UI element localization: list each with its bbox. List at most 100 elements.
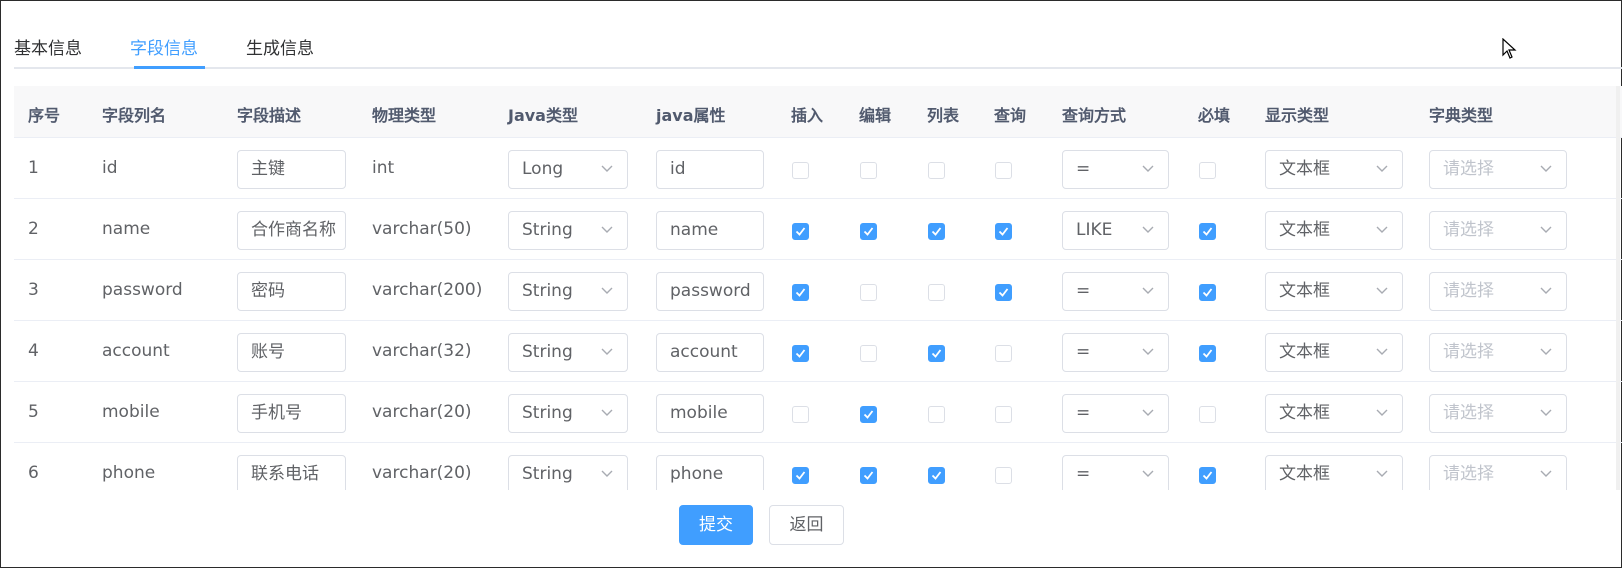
query-type-select[interactable]: =	[1062, 333, 1169, 372]
required-checkbox[interactable]	[1199, 406, 1216, 423]
row-index: 5	[28, 402, 39, 422]
java-field-input[interactable]: name	[656, 211, 764, 250]
tab-field-info[interactable]: 字段信息	[130, 34, 198, 59]
edit-checkbox[interactable]	[860, 467, 877, 484]
query-type-value: LIKE	[1076, 220, 1113, 240]
insert-checkbox[interactable]	[792, 162, 809, 179]
html-type-select[interactable]: 文本框	[1265, 272, 1403, 311]
html-type-select[interactable]: 文本框	[1265, 211, 1403, 250]
java-type-select[interactable]: String	[508, 394, 628, 433]
field-table: 序号 字段列名 字段描述 物理类型 Java类型 java属性 插入 编辑 列表 查询 查询方式 必填…	[14, 86, 1622, 490]
edit-checkbox[interactable]	[860, 345, 877, 362]
query-type-select[interactable]: LIKE	[1062, 211, 1169, 250]
column-header: 字段描述	[237, 106, 302, 125]
list-checkbox[interactable]	[928, 223, 945, 240]
chevron-down-icon	[1142, 409, 1154, 416]
query-type-select[interactable]: =	[1062, 272, 1169, 311]
table-row: 6 phone 联系电话 varchar(20) String phone = 文本框 请选择	[14, 443, 1622, 490]
query-checkbox[interactable]	[995, 162, 1012, 179]
chevron-down-icon	[1376, 165, 1388, 172]
dict-type-select[interactable]: 请选择	[1429, 150, 1567, 189]
field-desc-input[interactable]: 账号	[237, 333, 346, 372]
tab-basic-info[interactable]: 基本信息	[14, 34, 82, 59]
row-index: 3	[28, 280, 39, 300]
java-field-input[interactable]: phone	[656, 455, 764, 490]
table-header: 序号 字段列名 字段描述 物理类型 Java类型 java属性 插入 编辑 列表 查询 查询方式 必填…	[14, 86, 1622, 138]
back-button[interactable]: 返回	[769, 505, 844, 545]
java-type-select[interactable]: String	[508, 272, 628, 311]
column-name: name	[102, 219, 151, 239]
query-checkbox[interactable]	[995, 345, 1012, 362]
java-field-input[interactable]: id	[656, 150, 764, 189]
required-checkbox[interactable]	[1199, 223, 1216, 240]
query-type-value: =	[1076, 403, 1091, 423]
query-checkbox[interactable]	[995, 284, 1012, 301]
java-type-select[interactable]: String	[508, 455, 628, 490]
submit-button[interactable]: 提交	[679, 505, 753, 545]
query-type-select[interactable]: =	[1062, 394, 1169, 433]
html-type-select[interactable]: 文本框	[1265, 455, 1403, 490]
list-checkbox[interactable]	[928, 406, 945, 423]
row-index: 4	[28, 341, 39, 361]
vertical-scrollbar[interactable]	[1616, 86, 1620, 490]
html-type-select[interactable]: 文本框	[1265, 333, 1403, 372]
dict-type-placeholder: 请选择	[1443, 464, 1494, 484]
query-checkbox[interactable]	[995, 467, 1012, 484]
insert-checkbox[interactable]	[792, 406, 809, 423]
insert-checkbox[interactable]	[792, 223, 809, 240]
field-desc-input[interactable]: 主键	[237, 150, 346, 189]
java-type-value: String	[522, 281, 573, 301]
required-checkbox[interactable]	[1199, 467, 1216, 484]
java-field-input[interactable]: account	[656, 333, 764, 372]
field-desc-input[interactable]: 手机号	[237, 394, 346, 433]
dict-type-select[interactable]: 请选择	[1429, 394, 1567, 433]
required-checkbox[interactable]	[1199, 162, 1216, 179]
java-type-select[interactable]: String	[508, 333, 628, 372]
chevron-down-icon	[1376, 226, 1388, 233]
chevron-down-icon	[1142, 287, 1154, 294]
edit-checkbox[interactable]	[860, 284, 877, 301]
required-checkbox[interactable]	[1199, 284, 1216, 301]
list-checkbox[interactable]	[928, 345, 945, 362]
chevron-down-icon	[1540, 470, 1552, 477]
field-desc-input[interactable]: 联系电话	[237, 455, 346, 490]
table-row: 4 account 账号 varchar(32) String account = 文本框 请选…	[14, 321, 1622, 382]
tab-generate-info[interactable]: 生成信息	[246, 34, 314, 59]
html-type-select[interactable]: 文本框	[1265, 150, 1403, 189]
java-type-select[interactable]: String	[508, 211, 628, 250]
chevron-down-icon	[601, 226, 613, 233]
chevron-down-icon	[601, 165, 613, 172]
query-type-value: =	[1076, 342, 1091, 362]
insert-checkbox[interactable]	[792, 284, 809, 301]
query-checkbox[interactable]	[995, 223, 1012, 240]
java-type-select[interactable]: Long	[508, 150, 628, 189]
edit-checkbox[interactable]	[860, 223, 877, 240]
edit-checkbox[interactable]	[860, 162, 877, 179]
field-desc-input[interactable]: 合作商名称	[237, 211, 346, 250]
dict-type-select[interactable]: 请选择	[1429, 333, 1567, 372]
dict-type-select[interactable]: 请选择	[1429, 211, 1567, 250]
list-checkbox[interactable]	[928, 284, 945, 301]
query-checkbox[interactable]	[995, 406, 1012, 423]
field-desc-input[interactable]: 密码	[237, 272, 346, 311]
query-type-select[interactable]: =	[1062, 455, 1169, 490]
java-field-input[interactable]: mobile	[656, 394, 764, 433]
insert-checkbox[interactable]	[792, 467, 809, 484]
chevron-down-icon	[1540, 348, 1552, 355]
dict-type-select[interactable]: 请选择	[1429, 455, 1567, 490]
chevron-down-icon	[1142, 226, 1154, 233]
required-checkbox[interactable]	[1199, 345, 1216, 362]
java-field-input[interactable]: password	[656, 272, 764, 311]
tab-bar: 基本信息 字段信息 生成信息	[14, 0, 1622, 72]
insert-checkbox[interactable]	[792, 345, 809, 362]
list-checkbox[interactable]	[928, 162, 945, 179]
column-header: 查询方式	[1062, 106, 1127, 125]
edit-checkbox[interactable]	[860, 406, 877, 423]
html-type-select[interactable]: 文本框	[1265, 394, 1403, 433]
html-type-value: 文本框	[1279, 403, 1330, 423]
query-type-select[interactable]: =	[1062, 150, 1169, 189]
list-checkbox[interactable]	[928, 467, 945, 484]
column-name: password	[102, 280, 183, 300]
chevron-down-icon	[1540, 226, 1552, 233]
dict-type-select[interactable]: 请选择	[1429, 272, 1567, 311]
